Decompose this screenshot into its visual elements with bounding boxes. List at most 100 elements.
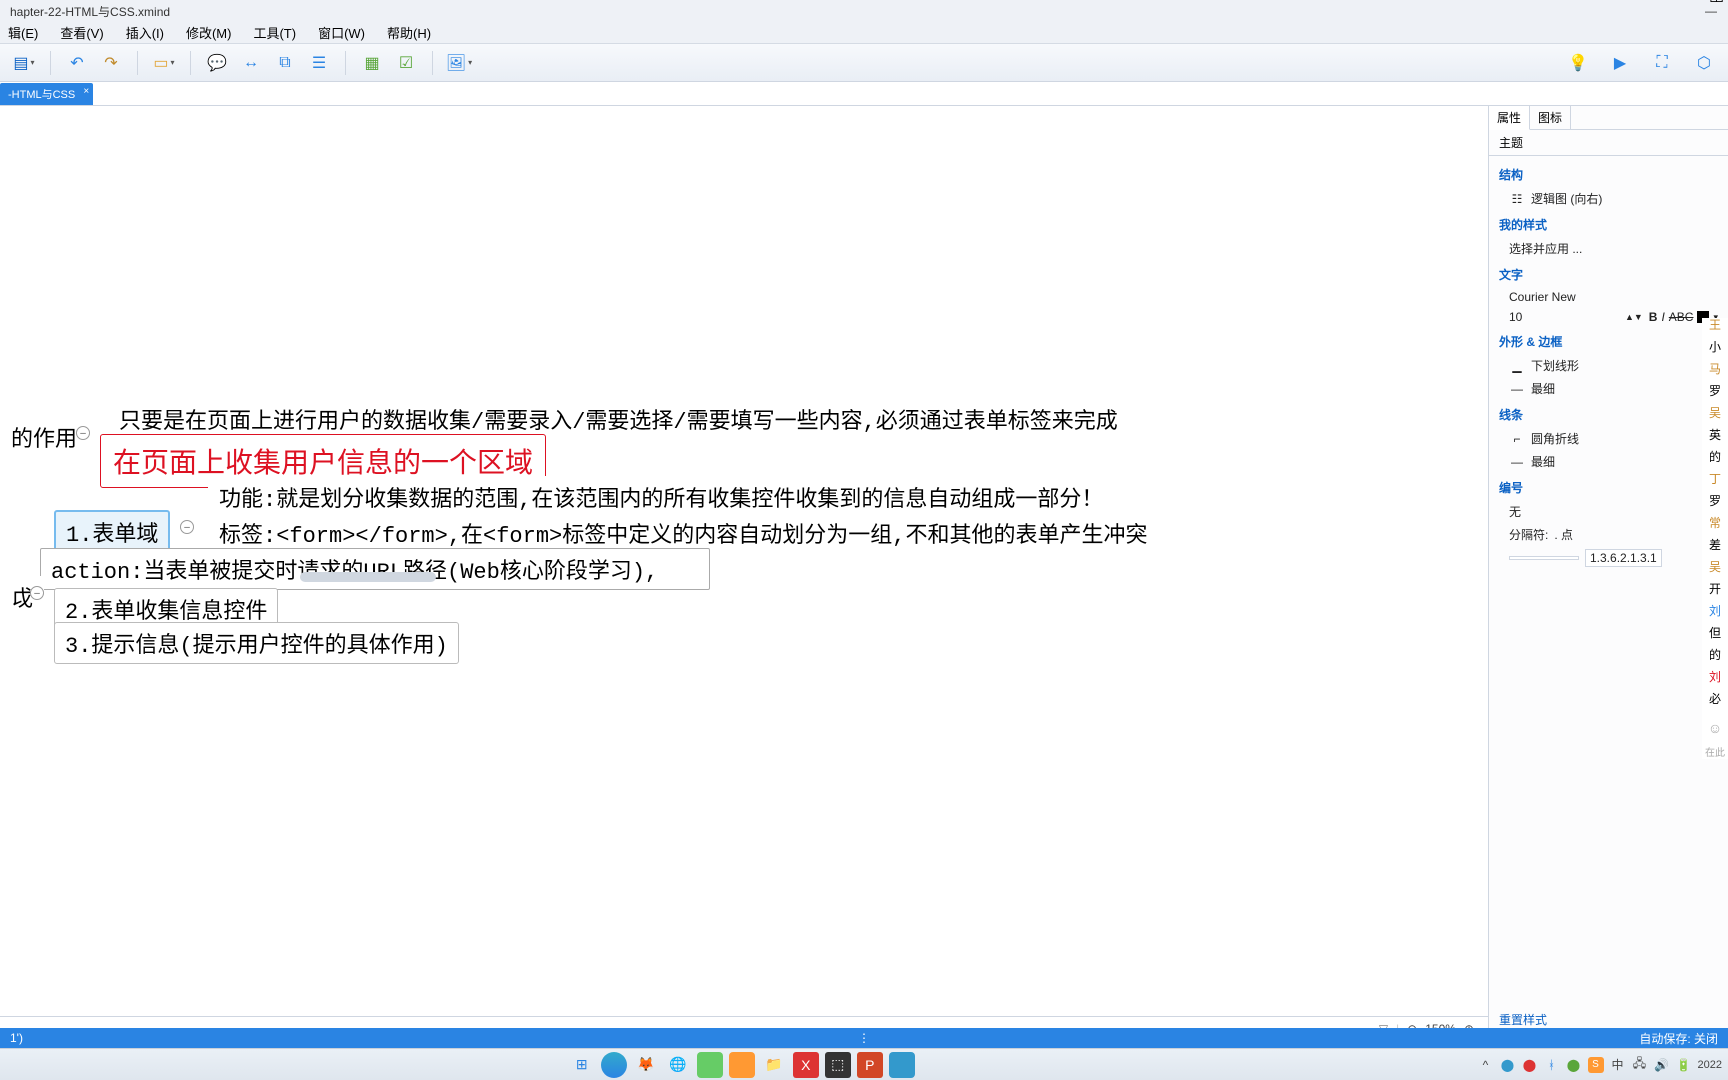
canvas[interactable]: 的作用 – 只要是在页面上进行用户的数据收集/需要录入/需要选择/需要填写一些内… [0, 106, 1488, 1040]
status-bar: 1') ⋮ 自动保存: 关闭 [0, 1028, 1728, 1048]
tray-icon[interactable]: ⬤ [1566, 1057, 1582, 1073]
folder-icon[interactable]: ▭▾ [150, 49, 178, 77]
bold-button[interactable]: B [1649, 310, 1658, 324]
taskbar-app-icon[interactable] [889, 1052, 915, 1078]
chat-chip[interactable]: 吴 [1704, 406, 1726, 420]
chat-chip[interactable]: 开 [1704, 582, 1726, 596]
taskbar-firefox-icon[interactable]: 🦊 [633, 1052, 659, 1078]
taskbar-app-icon[interactable] [697, 1052, 723, 1078]
chat-input-hint: 在此 [1705, 744, 1725, 759]
taskbar-edge-icon[interactable] [601, 1052, 627, 1078]
tray-battery-icon[interactable]: 🔋 [1676, 1057, 1692, 1073]
chat-chip[interactable]: 必 [1704, 692, 1726, 706]
shape-select[interactable]: ▁下划线形 [1499, 354, 1718, 377]
menu-tools[interactable]: 工具(T) [249, 23, 300, 42]
line-width[interactable]: —最细 [1499, 450, 1718, 473]
style-apply[interactable]: 选择并应用 ... [1499, 237, 1718, 260]
chat-chip[interactable]: 罗 [1704, 384, 1726, 398]
list-icon[interactable]: ☰ [305, 49, 333, 77]
file-tab[interactable]: -HTML与CSS × [0, 83, 93, 105]
tray-bluetooth-icon[interactable]: ᚼ [1544, 1057, 1560, 1073]
undo-icon[interactable]: ↶ [63, 49, 91, 77]
italic-button[interactable]: I [1661, 310, 1664, 324]
spinner-icon[interactable]: ▲▼ [1625, 312, 1643, 322]
image-icon[interactable]: 🖼▾ [445, 49, 473, 77]
menu-help[interactable]: 帮助(H) [383, 23, 435, 42]
font-size-input[interactable]: 10 [1509, 310, 1522, 324]
emoji-icon[interactable]: ☺ [1708, 720, 1722, 736]
collapse-icon[interactable]: – [76, 426, 90, 440]
chat-chip[interactable]: 的 [1704, 648, 1726, 662]
taskbar-xmind-icon[interactable]: X [793, 1052, 819, 1078]
properties-panel: 属性 图标 主题 结构 ☷逻辑图 (向右) 我的样式 选择并应用 ... 文字 … [1488, 106, 1728, 1040]
tray-icon[interactable]: ⬤ [1522, 1057, 1538, 1073]
file-tab-label: -HTML与CSS [8, 86, 75, 102]
fullscreen-icon[interactable]: ⛶ [1648, 49, 1676, 77]
number-prefix-input[interactable] [1509, 556, 1579, 560]
node-role[interactable]: 的作用 [0, 416, 88, 458]
tray-network-icon[interactable]: 🖧 [1632, 1057, 1648, 1073]
edit-scrollbar[interactable] [300, 572, 436, 582]
chat-chip[interactable]: 马 [1704, 362, 1726, 376]
chat-chip[interactable]: 丁 [1704, 472, 1726, 486]
layer-icon[interactable]: ⧉ [271, 49, 299, 77]
present-icon[interactable]: ▶ [1606, 49, 1634, 77]
chat-chip[interactable]: 吴 [1704, 560, 1726, 574]
node-hint[interactable]: 3.提示信息(提示用户控件的具体作用) [54, 622, 459, 664]
menu-view[interactable]: 查看(V) [56, 23, 107, 42]
shape-width[interactable]: —最细 [1499, 377, 1718, 400]
chat-chip[interactable]: 王 [1704, 318, 1726, 332]
share-icon[interactable]: ⬡ [1690, 49, 1718, 77]
tb-file-icon[interactable]: ▤▾ [10, 49, 38, 77]
structure-select[interactable]: ☷逻辑图 (向右) [1499, 187, 1718, 210]
sidebar-chat-strip: 王 小 马 罗 吴 英 的 丁 罗 常 差 吴 开 刘 但 的 刘 必 ☺ 在此 [1702, 318, 1728, 759]
chat-chip[interactable]: 罗 [1704, 494, 1726, 508]
tab-icons[interactable]: 图标 [1530, 106, 1571, 129]
menu-edit[interactable]: 辑(E) [4, 23, 42, 42]
collapse-icon-3[interactable]: – [30, 586, 44, 600]
line-select[interactable]: ⌐圆角折线 [1499, 427, 1718, 450]
chat-chip[interactable]: 小 [1704, 340, 1726, 354]
tray-up-icon[interactable]: ^ [1478, 1057, 1494, 1073]
link-icon[interactable]: ↔ [237, 49, 265, 77]
taskbar-folder-icon[interactable]: 📁 [761, 1052, 787, 1078]
topic-label: 主题 [1489, 130, 1728, 156]
taskbar-app-icon[interactable]: ⬚ [825, 1052, 851, 1078]
tray-icon[interactable]: ⬤ [1500, 1057, 1516, 1073]
chat-chip[interactable]: 的 [1704, 450, 1726, 464]
chat-chip[interactable]: 但 [1704, 626, 1726, 640]
tab-properties[interactable]: 属性 [1489, 106, 1530, 130]
menu-window[interactable]: 窗口(W) [314, 23, 369, 42]
taskbar-app-icon[interactable] [729, 1052, 755, 1078]
minimize-button[interactable]: — [1704, 4, 1718, 18]
lightbulb-icon[interactable]: 💡 [1564, 49, 1592, 77]
taskbar-chrome-icon[interactable]: 🌐 [665, 1052, 691, 1078]
taskbar-start-icon[interactable]: ⊞ [569, 1052, 595, 1078]
taskbar-powerpoint-icon[interactable]: P [857, 1052, 883, 1078]
window-title: hapter-22-HTML与CSS.xmind [10, 3, 170, 20]
number-none[interactable]: 无 [1499, 500, 1718, 523]
strike-button[interactable]: ABC [1669, 310, 1694, 324]
menu-insert[interactable]: 插入(I) [122, 23, 168, 42]
tray-volume-icon[interactable]: 🔊 [1654, 1057, 1670, 1073]
node-action-edit[interactable]: action:当表单被提交时请求的URL路径(Web核心阶段学习), [40, 548, 710, 590]
check-icon[interactable]: ☑ [392, 49, 420, 77]
chat-chip[interactable]: 差 [1704, 538, 1726, 552]
chat-chip[interactable]: 刘 [1704, 670, 1726, 684]
font-select[interactable]: Courier New [1499, 287, 1718, 307]
redo-icon[interactable]: ↷ [97, 49, 125, 77]
note-icon[interactable]: 💬 [203, 49, 231, 77]
structure-icon: ☷ [1509, 192, 1525, 206]
underline-shape-icon: ▁ [1509, 359, 1525, 373]
collapse-icon-2[interactable]: – [180, 520, 194, 534]
chat-chip[interactable]: 英 [1704, 428, 1726, 442]
menu-modify[interactable]: 修改(M) [182, 23, 236, 42]
chat-chip[interactable]: 常 [1704, 516, 1726, 530]
tray-year: 2022 [1698, 1059, 1722, 1071]
chat-chip[interactable]: 刘 [1704, 604, 1726, 618]
close-tab-icon[interactable]: × [83, 86, 89, 97]
tray-ime-icon[interactable]: 中 [1610, 1057, 1626, 1073]
sep-value[interactable]: . 点 [1554, 526, 1573, 543]
add-icon[interactable]: ▦ [358, 49, 386, 77]
tray-sogou-icon[interactable]: S [1588, 1057, 1604, 1073]
